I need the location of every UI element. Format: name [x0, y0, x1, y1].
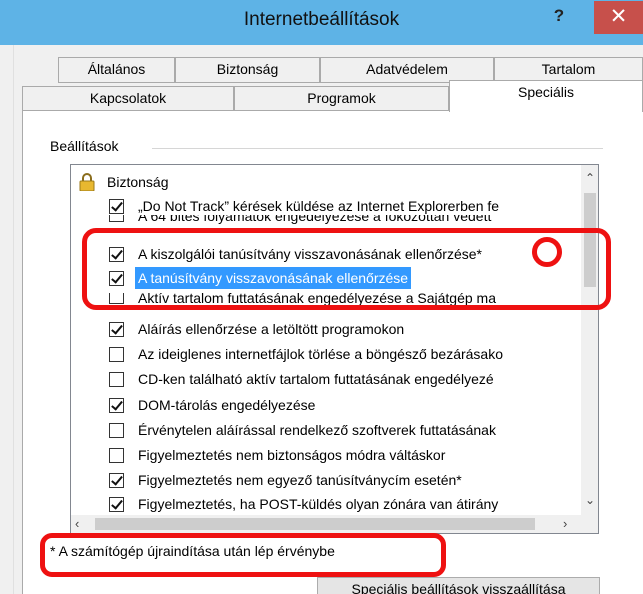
tab-biztonsag[interactable]: Biztonság	[175, 57, 320, 83]
list-item-label: Aláírás ellenőrzése a letöltött programo…	[138, 321, 405, 337]
checkbox[interactable]	[109, 473, 124, 488]
list-item[interactable]: Aktív tartalom futtatásának engedélyezés…	[71, 293, 581, 307]
help-button[interactable]: ?	[548, 4, 570, 30]
list-item[interactable]: Érvénytelen aláírással rendelkező szoftv…	[71, 419, 581, 443]
category-label: Biztonság	[107, 174, 169, 190]
list-item-label: „Do Not Track” kérések küldése az Intern…	[138, 198, 500, 214]
tab-kapcsolatok[interactable]: Kapcsolatok	[22, 86, 234, 112]
list-item-label: A kiszolgálói tanúsítvány visszavonásána…	[138, 246, 482, 262]
list-item[interactable]: Figyelmeztetés nem egyező tanúsítványcím…	[71, 469, 581, 493]
tab-programok[interactable]: Programok	[234, 86, 449, 112]
checkbox[interactable]	[109, 271, 124, 286]
window-title: Internetbeállítások	[243, 9, 400, 30]
checkbox[interactable]	[109, 347, 124, 362]
category-row: Biztonság	[71, 171, 581, 195]
group-divider	[152, 148, 603, 149]
checkbox[interactable]	[109, 497, 124, 512]
tab-specialis[interactable]: Speciális	[449, 80, 643, 112]
checkbox[interactable]	[109, 247, 124, 262]
tab-altalanos[interactable]: Általános	[58, 57, 175, 83]
scroll-up-icon[interactable]: ⌃	[581, 171, 598, 187]
restart-footnote: * A számítógép újraindítása után lép érv…	[50, 543, 335, 559]
list-item-label: Figyelmeztetés, ha POST-küldés olyan zón…	[138, 496, 499, 512]
list-item[interactable]: A tanúsítvány visszavonásának ellenőrzés…	[71, 267, 581, 291]
horizontal-scrollbar[interactable]: ‹ ›	[71, 515, 598, 533]
list-item-label: A 64 bites folyamatok engedélyezése a fo…	[138, 215, 492, 224]
list-item[interactable]: A 64 bites folyamatok engedélyezése a fo…	[71, 215, 581, 229]
scroll-left-icon[interactable]: ‹	[75, 516, 89, 531]
checkbox[interactable]	[109, 423, 124, 438]
list-item[interactable]: CD-ken található aktív tartalom futtatás…	[71, 368, 581, 392]
list-item[interactable]: Aláírás ellenőrzése a letöltött programo…	[71, 318, 581, 342]
list-item[interactable]: DOM-tárolás engedélyezése	[71, 394, 581, 418]
title-bar: Internetbeállítások ? ✕	[0, 0, 643, 45]
checkbox[interactable]	[109, 448, 124, 463]
lock-icon	[79, 173, 95, 191]
list-item[interactable]: A kiszolgálói tanúsítvány visszavonásána…	[71, 243, 581, 267]
vertical-scrollbar[interactable]: ⌃ ⌄	[581, 165, 598, 515]
list-item-label: Figyelmeztetés nem egyező tanúsítványcím…	[138, 472, 462, 488]
close-button[interactable]: ✕	[594, 1, 643, 34]
list-item-label: Aktív tartalom futtatásának engedélyezés…	[138, 293, 496, 306]
horizontal-scroll-thumb[interactable]	[95, 518, 535, 530]
settings-group-label: Beállítások	[50, 138, 119, 154]
list-item-label: CD-ken található aktív tartalom futtatás…	[138, 371, 494, 387]
list-item-label: Az ideiglenes internetfájlok törlése a b…	[138, 346, 504, 362]
checkbox[interactable]	[109, 293, 124, 304]
list-item-label: Figyelmeztetés nem biztonságos módra vál…	[138, 447, 446, 463]
list-item[interactable]: Az ideiglenes internetfájlok törlése a b…	[71, 343, 581, 367]
checkbox[interactable]	[109, 199, 124, 214]
window-left-edge	[0, 45, 14, 594]
checkbox[interactable]	[109, 398, 124, 413]
list-item-label: Érvénytelen aláírással rendelkező szoftv…	[138, 422, 496, 438]
list-item[interactable]: Figyelmeztetés, ha POST-küldés olyan zón…	[71, 493, 581, 515]
vertical-scroll-thumb[interactable]	[584, 193, 596, 287]
scroll-down-icon[interactable]: ⌄	[581, 493, 598, 509]
checkbox[interactable]	[109, 322, 124, 337]
list-item-label: DOM-tárolás engedélyezése	[138, 397, 316, 413]
reset-advanced-button[interactable]: Speciális beállítások visszaállítása	[317, 577, 600, 594]
settings-list-viewport: Biztonság „Do Not Track” kérések küldése…	[71, 165, 581, 515]
checkbox[interactable]	[109, 215, 124, 222]
settings-list[interactable]: Biztonság „Do Not Track” kérések küldése…	[70, 164, 599, 534]
list-item-label-selected: A tanúsítvány visszavonásának ellenőrzés…	[135, 267, 412, 289]
list-item[interactable]: Figyelmeztetés nem biztonságos módra vál…	[71, 444, 581, 468]
checkbox[interactable]	[109, 372, 124, 387]
scroll-right-icon[interactable]: ›	[563, 516, 577, 531]
